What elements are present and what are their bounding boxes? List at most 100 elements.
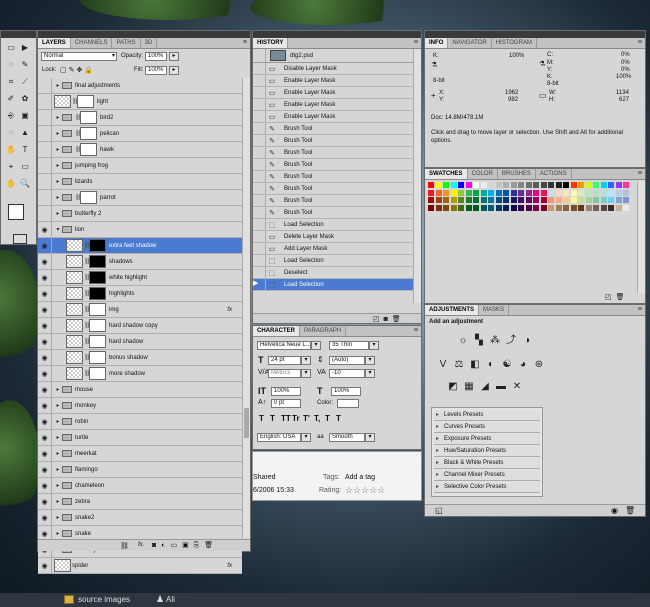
color-swatch[interactable]: [525, 189, 532, 196]
color-swatch[interactable]: [608, 197, 614, 203]
color-swatch[interactable]: [443, 189, 449, 196]
color-swatch[interactable]: [578, 182, 584, 188]
expand-triangle-icon[interactable]: ▸: [54, 130, 62, 137]
panel-menu-icon[interactable]: ≡: [414, 327, 418, 334]
history-title-bar[interactable]: [253, 31, 421, 38]
history-source-box[interactable]: [253, 207, 266, 218]
tool-icon[interactable]: ✋: [6, 179, 16, 189]
color-swatch[interactable]: [488, 189, 494, 196]
history-source-box[interactable]: [253, 87, 266, 98]
expand-triangle-icon[interactable]: ▸: [54, 530, 62, 537]
tab-channels[interactable]: CHANNELS: [71, 38, 113, 48]
visibility-eye-icon[interactable]: [38, 110, 52, 125]
fill-input[interactable]: 100%: [145, 66, 167, 75]
layer-row[interactable]: ◉ ⛓ highlights: [38, 286, 242, 302]
adjustment-icon[interactable]: ◢: [479, 381, 491, 393]
visibility-eye-icon[interactable]: ◉: [38, 286, 52, 301]
history-source-box[interactable]: [253, 147, 266, 158]
color-swatch[interactable]: [510, 189, 517, 196]
tab-paths[interactable]: PATHS: [112, 38, 141, 48]
tools-title-bar[interactable]: [1, 31, 36, 38]
expand-triangle-icon[interactable]: ▸: [54, 114, 62, 121]
color-swatch[interactable]: [510, 204, 517, 211]
adjustment-icon[interactable]: ▦: [463, 381, 475, 393]
color-swatch[interactable]: [608, 204, 614, 211]
color-swatch[interactable]: [548, 189, 554, 196]
adjustment-preset-item[interactable]: Black & White Presets: [434, 458, 540, 469]
tab-info[interactable]: INFO: [425, 38, 449, 48]
color-swatch[interactable]: [503, 197, 509, 203]
adjustment-icon[interactable]: ◕: [517, 359, 529, 371]
history-state[interactable]: ▭ Enable Layer Mask: [253, 111, 413, 123]
adjustment-icon[interactable]: ⚖: [453, 359, 465, 371]
tool-icon[interactable]: ▭: [20, 162, 30, 172]
color-swatch[interactable]: [473, 189, 479, 196]
visibility-eye-icon[interactable]: [38, 126, 52, 141]
panel-menu-icon[interactable]: ≡: [638, 306, 642, 313]
expand-triangle-icon[interactable]: ▸: [54, 418, 62, 425]
color-swatch[interactable]: [510, 197, 517, 203]
info-title-bar[interactable]: [425, 31, 645, 38]
history-state[interactable]: ▭ Disable Layer Mask: [253, 63, 413, 75]
font-family-dropdown[interactable]: ▾: [311, 341, 321, 350]
color-swatch[interactable]: [435, 182, 442, 188]
visibility-eye-icon[interactable]: [38, 94, 52, 109]
visibility-eye-icon[interactable]: ◉: [38, 558, 52, 573]
type-style-button[interactable]: T': [303, 414, 310, 423]
expand-triangle-icon[interactable]: ▸: [54, 162, 62, 169]
adjustment-preset-item[interactable]: Hue/Saturation Presets: [434, 446, 540, 457]
layer-mask-thumbnail[interactable]: [77, 95, 94, 108]
layer-row[interactable]: ◉ ▾ lion: [38, 222, 242, 238]
color-swatch[interactable]: [465, 182, 472, 188]
layer-row[interactable]: ▸ ⛓ pelican: [38, 126, 242, 142]
tab-swatches[interactable]: SWATCHES: [425, 169, 468, 179]
history-source-box[interactable]: [253, 243, 266, 254]
tracking-input[interactable]: -10: [329, 369, 365, 378]
color-swatch[interactable]: [563, 197, 569, 203]
history-state[interactable]: ✎ Brush Tool: [253, 159, 413, 171]
color-swatch[interactable]: [428, 189, 434, 196]
history-state[interactable]: ⬚ Load Selection: [253, 219, 413, 231]
adjustment-icon[interactable]: ◩: [447, 381, 459, 393]
expand-triangle-icon[interactable]: ▸: [54, 194, 62, 201]
tab-histogram[interactable]: HISTOGRAM: [492, 38, 537, 48]
color-swatch[interactable]: [503, 182, 509, 188]
layer-row[interactable]: ▸ ⛓ bird2: [38, 110, 242, 126]
color-swatch[interactable]: [585, 182, 592, 188]
layer-row[interactable]: ◉ ▸ turtle: [38, 430, 242, 446]
layer-row[interactable]: ▸ ⛓ parrot: [38, 190, 242, 206]
color-swatch[interactable]: [465, 204, 472, 211]
rating-stars[interactable]: ☆☆☆☆☆: [345, 485, 385, 496]
color-swatch[interactable]: [465, 197, 472, 203]
history-state[interactable]: ▭ Delete Layer Mask: [253, 231, 413, 243]
adjustment-icon[interactable]: ▬: [495, 381, 507, 393]
tool-icon[interactable]: ⎆: [6, 111, 16, 121]
tool-icon[interactable]: ⟋: [20, 77, 30, 87]
quick-mask-button[interactable]: [13, 234, 27, 244]
color-swatch[interactable]: [443, 182, 449, 188]
color-swatch[interactable]: [570, 182, 577, 188]
layer-row[interactable]: ◉ ▸ mouse: [38, 382, 242, 398]
tool-icon[interactable]: ▭: [6, 43, 16, 53]
tool-icon[interactable]: ✋: [6, 145, 16, 155]
expand-triangle-icon[interactable]: ▸: [54, 450, 62, 457]
history-source-box[interactable]: [253, 99, 266, 110]
visibility-eye-icon[interactable]: ◉: [38, 478, 52, 493]
color-swatch[interactable]: [480, 182, 487, 188]
tool-icon[interactable]: T: [20, 145, 30, 155]
tags-input[interactable]: Add a tag: [345, 474, 375, 481]
color-swatch[interactable]: [480, 197, 487, 203]
tool-icon[interactable]: ▲: [20, 128, 30, 138]
leading-input[interactable]: (Auto): [329, 356, 365, 365]
history-state[interactable]: ✎ Brush Tool: [253, 195, 413, 207]
color-swatch[interactable]: [518, 204, 524, 211]
adjustment-icon[interactable]: ☯: [501, 359, 513, 371]
color-swatch[interactable]: [570, 189, 577, 196]
color-swatch[interactable]: [435, 204, 442, 211]
color-swatch[interactable]: [458, 182, 464, 188]
font-size-input[interactable]: 24 pt: [268, 356, 301, 365]
history-state[interactable]: ⬚ Deselect: [253, 267, 413, 279]
history-source-box[interactable]: [253, 267, 266, 278]
antialias-dropdown[interactable]: ▾: [365, 433, 375, 442]
color-swatch[interactable]: [600, 189, 607, 196]
